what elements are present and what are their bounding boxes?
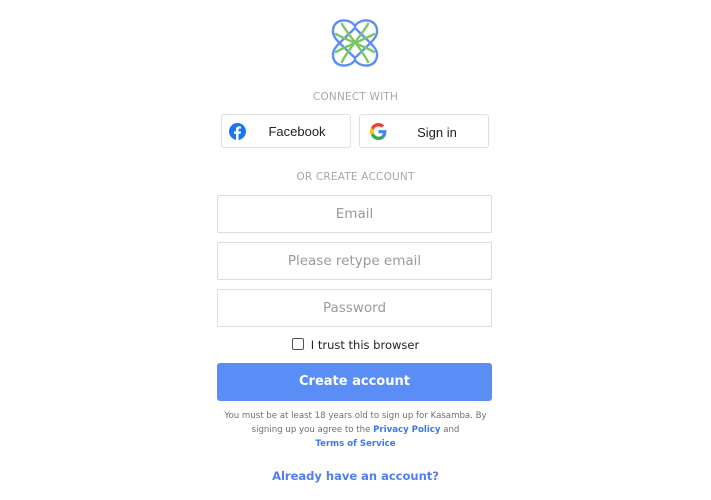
google-icon [370, 123, 387, 140]
password-field[interactable] [217, 289, 492, 327]
privacy-policy-link[interactable]: Privacy Policy [373, 425, 440, 435]
create-account-label: OR CREATE ACCOUNT [296, 171, 415, 183]
google-signin-button[interactable]: Sign in [359, 114, 489, 148]
trust-browser-row: I trust this browser [0, 338, 711, 352]
facebook-login-button[interactable]: Facebook [221, 114, 351, 148]
facebook-button-label: Facebook [268, 124, 326, 139]
already-have-account-link[interactable]: Already have an account? [0, 469, 711, 483]
email-field[interactable] [217, 195, 492, 233]
trust-browser-label[interactable]: I trust this browser [311, 338, 419, 352]
trust-browser-checkbox[interactable] [291, 338, 304, 350]
facebook-icon [229, 123, 246, 140]
google-button-label: Sign in [417, 125, 457, 140]
kasamba-logo-icon [331, 19, 379, 67]
retype-email-field[interactable] [217, 242, 492, 280]
create-account-button[interactable]: Create account [217, 363, 492, 401]
terms-of-service-link[interactable]: Terms of Service [315, 439, 395, 449]
legal-and-text: and [443, 425, 460, 435]
legal-notice: You must be at least 18 years old to sig… [215, 409, 496, 451]
connect-with-label: CONNECT WITH [312, 91, 399, 103]
